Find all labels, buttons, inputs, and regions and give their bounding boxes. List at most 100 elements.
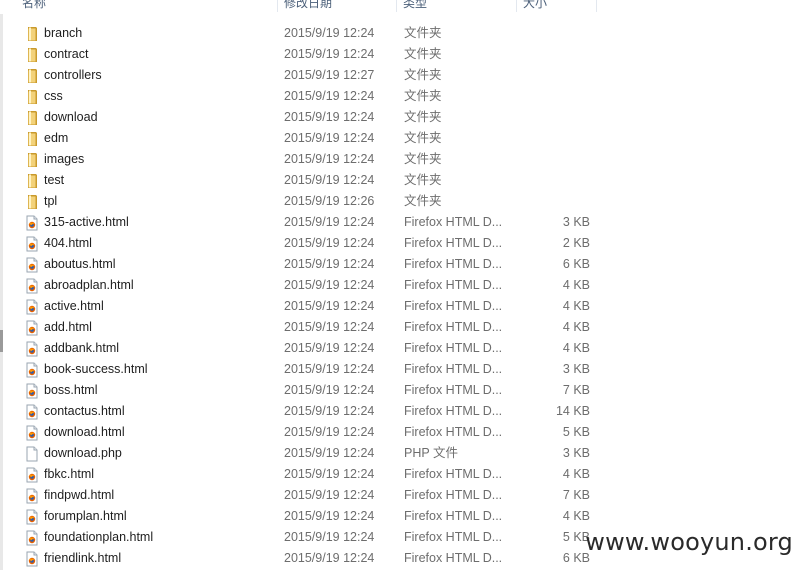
file-row[interactable]: controllers 2015/9/19 12:27 文件夹	[0, 65, 802, 86]
folder-icon	[24, 26, 40, 42]
file-row[interactable]: edm 2015/9/19 12:24 文件夹	[0, 128, 802, 149]
file-name: friendlink.html	[44, 551, 122, 565]
file-type: Firefox HTML D...	[404, 320, 503, 334]
file-type: 文件夹	[404, 89, 442, 103]
file-size: 5 KB	[562, 425, 590, 439]
file-row[interactable]: active.html 2015/9/19 12:24 Firefox HTML D…	[0, 296, 802, 317]
file-type: Firefox HTML D...	[404, 467, 503, 481]
file-list: branch 2015/9/19 12:24 文件夹 contract 2015/9/1…	[0, 23, 802, 569]
file-name: download.php	[44, 446, 122, 460]
file-type: Firefox HTML D...	[404, 404, 503, 418]
file-name: controllers	[44, 68, 102, 82]
file-date: 2015/9/19 12:24	[284, 26, 375, 40]
file-name: active.html	[44, 299, 104, 313]
file-row[interactable]: forumplan.html 2015/9/19 12:24 Firefox HTM…	[0, 506, 802, 527]
file-row[interactable]: contract 2015/9/19 12:24 文件夹	[0, 44, 802, 65]
folder-icon	[24, 194, 40, 210]
file-type: Firefox HTML D...	[404, 530, 503, 544]
file-row[interactable]: addbank.html 2015/9/19 12:24 Firefox HTML …	[0, 338, 802, 359]
firefox-html-icon	[24, 551, 40, 567]
file-date: 2015/9/19 12:24	[284, 152, 375, 166]
file-type: Firefox HTML D...	[404, 425, 503, 439]
file-size: 4 KB	[562, 278, 590, 292]
firefox-html-icon	[24, 362, 40, 378]
file-date: 2015/9/19 12:24	[284, 509, 375, 523]
file-name: add.html	[44, 320, 92, 334]
file-row[interactable]: aboutus.html 2015/9/19 12:24 Firefox HTML …	[0, 254, 802, 275]
watermark: www.wooyun.org	[585, 528, 793, 556]
file-date: 2015/9/19 12:24	[284, 47, 375, 61]
file-type: Firefox HTML D...	[404, 362, 503, 376]
file-name: contract	[44, 47, 89, 61]
file-date: 2015/9/19 12:24	[284, 278, 375, 292]
folder-icon	[24, 173, 40, 189]
file-row[interactable]: download.html 2015/9/19 12:24 Firefox HTML…	[0, 422, 802, 443]
column-header-date[interactable]: 修改日期	[278, 0, 397, 12]
file-row[interactable]: 404.html 2015/9/19 12:24 Firefox HTML D...…	[0, 233, 802, 254]
file-row[interactable]: test 2015/9/19 12:24 文件夹	[0, 170, 802, 191]
file-name: 315-active.html	[44, 215, 129, 229]
file-type: Firefox HTML D...	[404, 551, 503, 565]
firefox-html-icon	[24, 467, 40, 483]
file-size: 4 KB	[562, 320, 590, 334]
column-header-type[interactable]: 类型	[397, 0, 517, 12]
file-date: 2015/9/19 12:24	[284, 530, 375, 544]
firefox-html-icon	[24, 257, 40, 273]
folder-icon	[24, 47, 40, 63]
file-name: css	[44, 89, 63, 103]
file-type: 文件夹	[404, 68, 442, 82]
file-date: 2015/9/19 12:24	[284, 425, 375, 439]
file-row[interactable]: book-success.html 2015/9/19 12:24 Firefox …	[0, 359, 802, 380]
folder-icon	[24, 89, 40, 105]
file-row[interactable]: boss.html 2015/9/19 12:24 Firefox HTML D..…	[0, 380, 802, 401]
folder-icon	[24, 152, 40, 168]
firefox-html-icon	[24, 236, 40, 252]
file-row[interactable]: download.php 2015/9/19 12:24 PHP 文件 3 KB	[0, 443, 802, 464]
file-row[interactable]: fbkc.html 2015/9/19 12:24 Firefox HTML D..…	[0, 464, 802, 485]
file-date: 2015/9/19 12:24	[284, 110, 375, 124]
file-name: forumplan.html	[44, 509, 127, 523]
file-row[interactable]: branch 2015/9/19 12:24 文件夹	[0, 23, 802, 44]
file-row[interactable]: css 2015/9/19 12:24 文件夹	[0, 86, 802, 107]
file-size: 4 KB	[562, 509, 590, 523]
firefox-html-icon	[24, 488, 40, 504]
file-name: images	[44, 152, 85, 166]
file-row[interactable]: add.html 2015/9/19 12:24 Firefox HTML D...…	[0, 317, 802, 338]
file-type: Firefox HTML D...	[404, 488, 503, 502]
folder-icon	[24, 131, 40, 147]
file-date: 2015/9/19 12:24	[284, 551, 375, 565]
firefox-html-icon	[24, 341, 40, 357]
file-name: fbkc.html	[44, 467, 95, 481]
file-date: 2015/9/19 12:24	[284, 467, 375, 481]
file-date: 2015/9/19 12:24	[284, 383, 375, 397]
file-name: contactus.html	[44, 404, 125, 418]
file-size: 7 KB	[562, 383, 590, 397]
file-size: 14 KB	[555, 404, 590, 418]
file-row[interactable]: tpl 2015/9/19 12:26 文件夹	[0, 191, 802, 212]
column-header-size[interactable]: 大小	[517, 0, 597, 12]
file-row[interactable]: contactus.html 2015/9/19 12:24 Firefox HTM…	[0, 401, 802, 422]
firefox-html-icon	[24, 509, 40, 525]
file-row[interactable]: abroadplan.html 2015/9/19 12:24 Firefox HT…	[0, 275, 802, 296]
firefox-html-icon	[24, 383, 40, 399]
file-row[interactable]: images 2015/9/19 12:24 文件夹	[0, 149, 802, 170]
file-name: boss.html	[44, 383, 98, 397]
file-type: 文件夹	[404, 173, 442, 187]
file-type: Firefox HTML D...	[404, 299, 503, 313]
column-header-name[interactable]: 名称	[16, 0, 278, 12]
file-row[interactable]: download 2015/9/19 12:24 文件夹	[0, 107, 802, 128]
file-date: 2015/9/19 12:24	[284, 362, 375, 376]
file-name: branch	[44, 26, 83, 40]
file-row[interactable]: 315-active.html 2015/9/19 12:24 Firefox HT…	[0, 212, 802, 233]
file-row[interactable]: findpwd.html 2015/9/19 12:24 Firefox HTML …	[0, 485, 802, 506]
file-date: 2015/9/19 12:24	[284, 173, 375, 187]
file-date: 2015/9/19 12:24	[284, 404, 375, 418]
file-date: 2015/9/19 12:24	[284, 131, 375, 145]
file-type: Firefox HTML D...	[404, 236, 503, 250]
firefox-html-icon	[24, 320, 40, 336]
file-size: 3 KB	[562, 362, 590, 376]
file-type: Firefox HTML D...	[404, 341, 503, 355]
file-date: 2015/9/19 12:27	[284, 68, 375, 82]
file-name: tpl	[44, 194, 58, 208]
file-name: abroadplan.html	[44, 278, 134, 292]
